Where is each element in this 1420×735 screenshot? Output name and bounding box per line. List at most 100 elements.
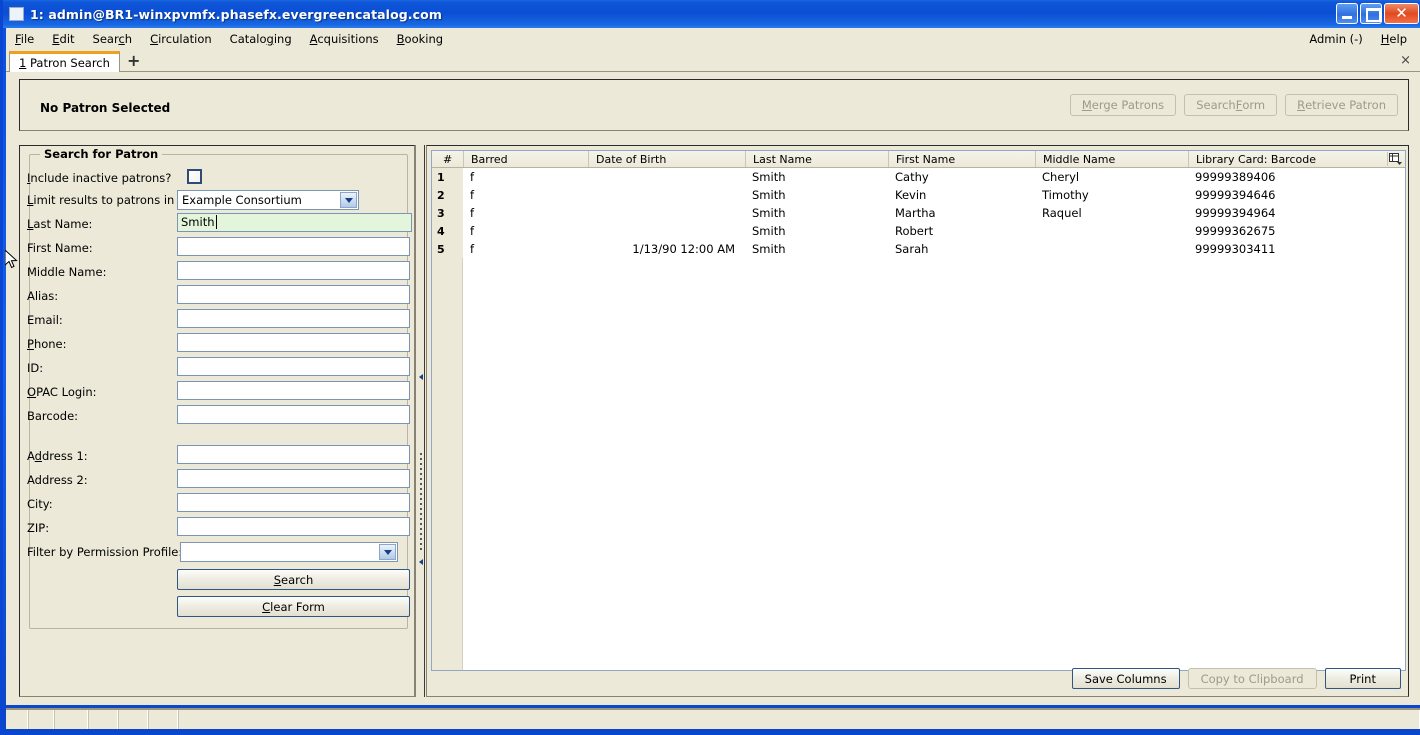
cell-middle: Timothy — [1042, 188, 1089, 202]
middle-name-input[interactable] — [177, 261, 410, 280]
cell-idx: 3 — [432, 204, 463, 222]
column-picker-glyph — [1389, 153, 1402, 165]
cell-barcode: 99999394964 — [1195, 206, 1276, 220]
address1-input[interactable] — [177, 445, 410, 464]
status-segment-3 — [88, 710, 118, 729]
results-actions: Save Columns Copy to Clipboard Print — [1071, 668, 1401, 689]
splitter-collapse-left-top[interactable] — [417, 373, 424, 381]
menu-admin[interactable]: Admin (-) — [1300, 30, 1371, 48]
copy-to-clipboard-button[interactable]: Copy to Clipboard — [1187, 668, 1317, 689]
column-header-first[interactable]: First Name — [888, 151, 1035, 167]
chevron-down-icon-2 — [379, 544, 396, 560]
cell-last: Smith — [752, 224, 786, 238]
opac-login-input[interactable] — [177, 381, 410, 400]
menu-cataloging[interactable]: Cataloging — [221, 30, 301, 48]
clear-form-button[interactable]: Clear Form — [177, 596, 410, 617]
cell-dob — [588, 222, 745, 240]
zip-input[interactable] — [177, 517, 410, 536]
id-input[interactable] — [177, 357, 410, 376]
menu-acquisitions[interactable]: Acquisitions — [301, 30, 388, 48]
minimize-button[interactable] — [1336, 3, 1358, 24]
cell-dob — [588, 168, 745, 186]
results-panel: # Barred Date of Birth Last Name First Name M… — [426, 145, 1409, 697]
column-header-dob[interactable]: Date of Birth — [588, 151, 745, 167]
cell-barred: f — [470, 170, 475, 184]
column-header-barred[interactable]: Barred — [463, 151, 588, 167]
cell-middle: Raquel — [1042, 206, 1082, 220]
first-name-input[interactable] — [177, 237, 410, 256]
search-form-button[interactable]: Search Form — [1184, 94, 1278, 116]
barcode-input[interactable] — [177, 405, 410, 424]
column-header-barcode[interactable]: Library Card: Barcode — [1188, 151, 1393, 167]
menu-file[interactable]: File — [6, 30, 43, 48]
maximize-button[interactable] — [1360, 3, 1382, 24]
panel-splitter[interactable] — [415, 145, 425, 697]
address2-label: Address 2: — [27, 473, 88, 487]
cell-barred: f — [470, 206, 475, 220]
row-include-inactive: Include inactive patrons? — [27, 168, 171, 188]
print-button[interactable]: Print — [1324, 668, 1401, 689]
menu-edit[interactable]: Edit — [43, 30, 83, 48]
tab-patron-search[interactable]: 1 Patron Search — [9, 51, 120, 72]
row-address2: Address 2: — [27, 470, 88, 490]
city-input[interactable] — [177, 493, 410, 512]
table-row[interactable]: 4 f Smith Robert 99999362675 — [432, 222, 1405, 240]
row-last-name: Last Name: — [27, 214, 92, 234]
row-alias: Alias: — [27, 286, 58, 306]
search-panel: Search for Patron Include inactive patro… — [19, 145, 415, 697]
last-name-input[interactable]: Smith — [177, 213, 412, 232]
splitter-grip[interactable] — [420, 453, 422, 553]
status-segment-6 — [178, 710, 1420, 729]
column-header-middle[interactable]: Middle Name — [1035, 151, 1188, 167]
status-segment-2 — [54, 710, 88, 729]
include-inactive-checkbox[interactable] — [187, 169, 202, 184]
org-unit-select[interactable]: Example Consortium — [177, 190, 359, 210]
close-button[interactable]: ✕ — [1384, 3, 1419, 24]
cell-first: Martha — [895, 206, 936, 220]
menu-bar: File Edit Search Circulation Cataloging … — [6, 28, 1420, 50]
menu-help[interactable]: Help — [1372, 30, 1416, 48]
row-limit-results: Limit results to patrons in — [27, 190, 174, 210]
alias-input[interactable] — [177, 285, 410, 304]
cell-idx: 1 — [432, 168, 463, 186]
table-row[interactable]: 3 f Smith Martha Raquel 99999394964 — [432, 204, 1405, 222]
cell-last: Smith — [752, 242, 786, 256]
chevron-down-icon — [340, 192, 357, 208]
save-columns-button[interactable]: Save Columns — [1071, 668, 1180, 689]
close-tab-button[interactable]: × — [1400, 53, 1411, 68]
org-unit-value: Example Consortium — [182, 193, 302, 207]
close-icon: ✕ — [1395, 4, 1408, 22]
address2-input[interactable] — [177, 469, 410, 488]
cell-first: Cathy — [895, 170, 929, 184]
column-header-last[interactable]: Last Name — [745, 151, 888, 167]
cell-middle: Cheryl — [1042, 170, 1080, 184]
permission-profile-select[interactable] — [180, 542, 398, 562]
retrieve-patron-button[interactable]: Retrieve Patron — [1285, 94, 1398, 116]
menu-circulation[interactable]: Circulation — [141, 30, 221, 48]
email-input[interactable] — [177, 309, 410, 328]
phone-input[interactable] — [177, 333, 410, 352]
search-button[interactable]: Search — [177, 569, 410, 590]
phone-label: Phone: — [27, 337, 67, 351]
cell-idx: 2 — [432, 186, 463, 204]
menu-edit-rest: dit — [59, 31, 75, 46]
new-tab-button[interactable]: + — [127, 53, 140, 69]
splitter-collapse-left-bottom[interactable] — [417, 558, 424, 566]
app-icon — [9, 7, 24, 21]
row-permission-profile: Filter by Permission Profile: — [27, 542, 182, 562]
menu-search[interactable]: Search — [84, 30, 142, 48]
title-bar: 1: admin@BR1-winxpvmfx.phasefx.evergreen… — [3, 0, 1420, 28]
column-picker-icon[interactable] — [1387, 152, 1403, 166]
menu-bar-right: Admin (-) Help — [1300, 30, 1416, 48]
barcode-label: Barcode: — [27, 409, 79, 423]
id-label: ID: — [27, 361, 44, 375]
table-row[interactable]: 5 f 1/13/90 12:00 AM Smith Sarah 99999303411 — [432, 240, 1405, 258]
table-row[interactable]: 2 f Smith Kevin Timothy 99999394646 — [432, 186, 1405, 204]
menu-booking[interactable]: Booking — [388, 30, 452, 48]
table-row[interactable]: 1 f Smith Cathy Cheryl 99999389406 — [432, 168, 1405, 186]
main-content: No Patron Selected Merge Patrons Search … — [6, 72, 1420, 705]
status-segment-5 — [148, 710, 178, 729]
column-header-idx[interactable]: # — [432, 151, 463, 167]
alias-label: Alias: — [27, 289, 59, 303]
merge-patrons-button[interactable]: Merge Patrons — [1069, 94, 1177, 116]
